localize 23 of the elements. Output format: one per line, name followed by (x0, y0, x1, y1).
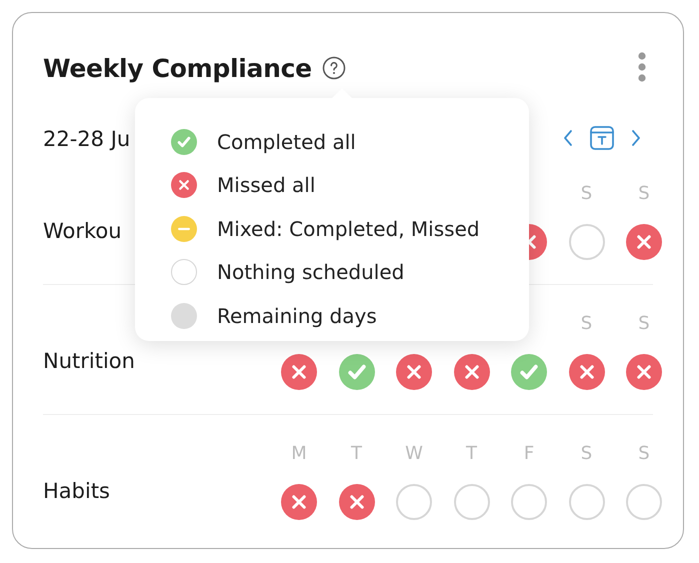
day-label: T (350, 443, 363, 465)
day-label: S (637, 443, 651, 465)
day-label: S (580, 313, 594, 335)
more-menu-button[interactable] (638, 52, 646, 84)
help-icon[interactable] (322, 56, 346, 80)
row-label: Workou (43, 218, 122, 242)
day-label: T (465, 443, 478, 465)
row-label: Habits (43, 479, 110, 503)
legend-label: Completed all (217, 130, 356, 154)
legend-label: Missed all (217, 173, 316, 198)
day-label: W (404, 443, 424, 465)
day-label: S (637, 183, 651, 205)
legend-label: Mixed: Completed, Missed (217, 216, 480, 241)
legend-label: Remaining days (217, 304, 377, 328)
legend-label: Nothing scheduled (217, 260, 404, 284)
day-label: M (290, 443, 308, 465)
day-label: S (580, 443, 594, 465)
day-label: S (580, 183, 594, 205)
day-label: S (637, 313, 651, 335)
date-range: 22-28 Ju (43, 127, 130, 151)
day-label: F (522, 443, 536, 465)
card-title: Weekly Compliance (43, 54, 312, 82)
row-label: Nutrition (43, 348, 135, 372)
